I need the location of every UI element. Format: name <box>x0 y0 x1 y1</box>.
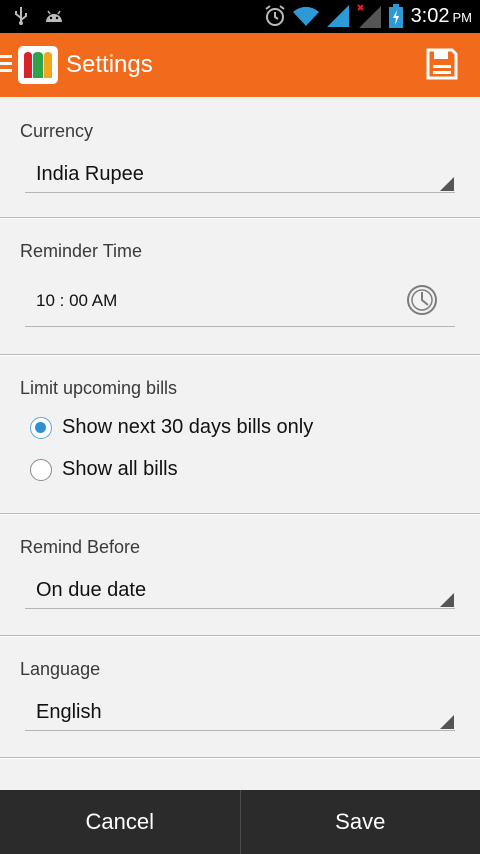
signal-icon <box>326 5 349 27</box>
radio-button-unchecked[interactable] <box>30 458 52 481</box>
save-icon[interactable] <box>426 48 458 80</box>
remind-before-section: Remind Before On due date <box>0 515 480 636</box>
dropdown-arrow-icon <box>440 715 454 729</box>
page-title: Settings <box>66 51 153 78</box>
remind-before-label: Remind Before <box>20 537 141 557</box>
radio-next-30-days[interactable]: Show next 30 days bills only <box>30 416 313 439</box>
radio-all-bills[interactable]: Show all bills <box>30 458 178 481</box>
save-button[interactable]: Save <box>241 790 480 854</box>
currency-label: Currency <box>20 121 94 141</box>
battery-charging-icon <box>388 4 403 28</box>
radio-button-checked[interactable] <box>30 416 52 439</box>
remind-before-spinner[interactable]: On due date <box>36 579 146 602</box>
menu-icon[interactable] <box>0 55 14 75</box>
android-icon <box>46 10 62 22</box>
usb-icon <box>15 7 27 25</box>
action-bar: Settings <box>0 33 480 97</box>
alarm-icon <box>264 5 285 26</box>
currency-section: Currency India Rupee <box>0 97 480 218</box>
status-bar: 3:02 PM <box>0 0 480 33</box>
radio-label: Show next 30 days bills only <box>62 416 314 438</box>
cancel-button[interactable]: Cancel <box>0 790 240 854</box>
reminder-time-section: Reminder Time 10 : 00 AM <box>0 219 480 355</box>
clock-icon[interactable] <box>406 284 438 316</box>
radio-label: Show all bills <box>62 458 178 480</box>
settings-form: Currency India Rupee Reminder Time 10 : … <box>0 97 480 790</box>
signal-no-data-icon <box>356 4 381 28</box>
currency-spinner[interactable]: India Rupee <box>36 163 144 186</box>
reminder-time-field[interactable]: 10 : 00 AM <box>36 291 117 311</box>
app-logo-icon[interactable] <box>18 46 58 84</box>
reminder-time-label: Reminder Time <box>20 241 143 261</box>
limit-bills-section: Limit upcoming bills Show next 30 days b… <box>0 356 480 514</box>
language-label: Language <box>20 659 101 679</box>
language-section: Language English <box>0 637 480 758</box>
dropdown-arrow-icon <box>440 177 454 191</box>
language-spinner[interactable]: English <box>36 701 102 724</box>
wifi-icon <box>292 6 319 26</box>
dropdown-arrow-icon <box>440 593 454 607</box>
bottom-action-bar: Cancel Save <box>0 790 480 854</box>
clock-time: 3:02 PM <box>410 4 472 27</box>
limit-bills-label: Limit upcoming bills <box>20 378 178 398</box>
